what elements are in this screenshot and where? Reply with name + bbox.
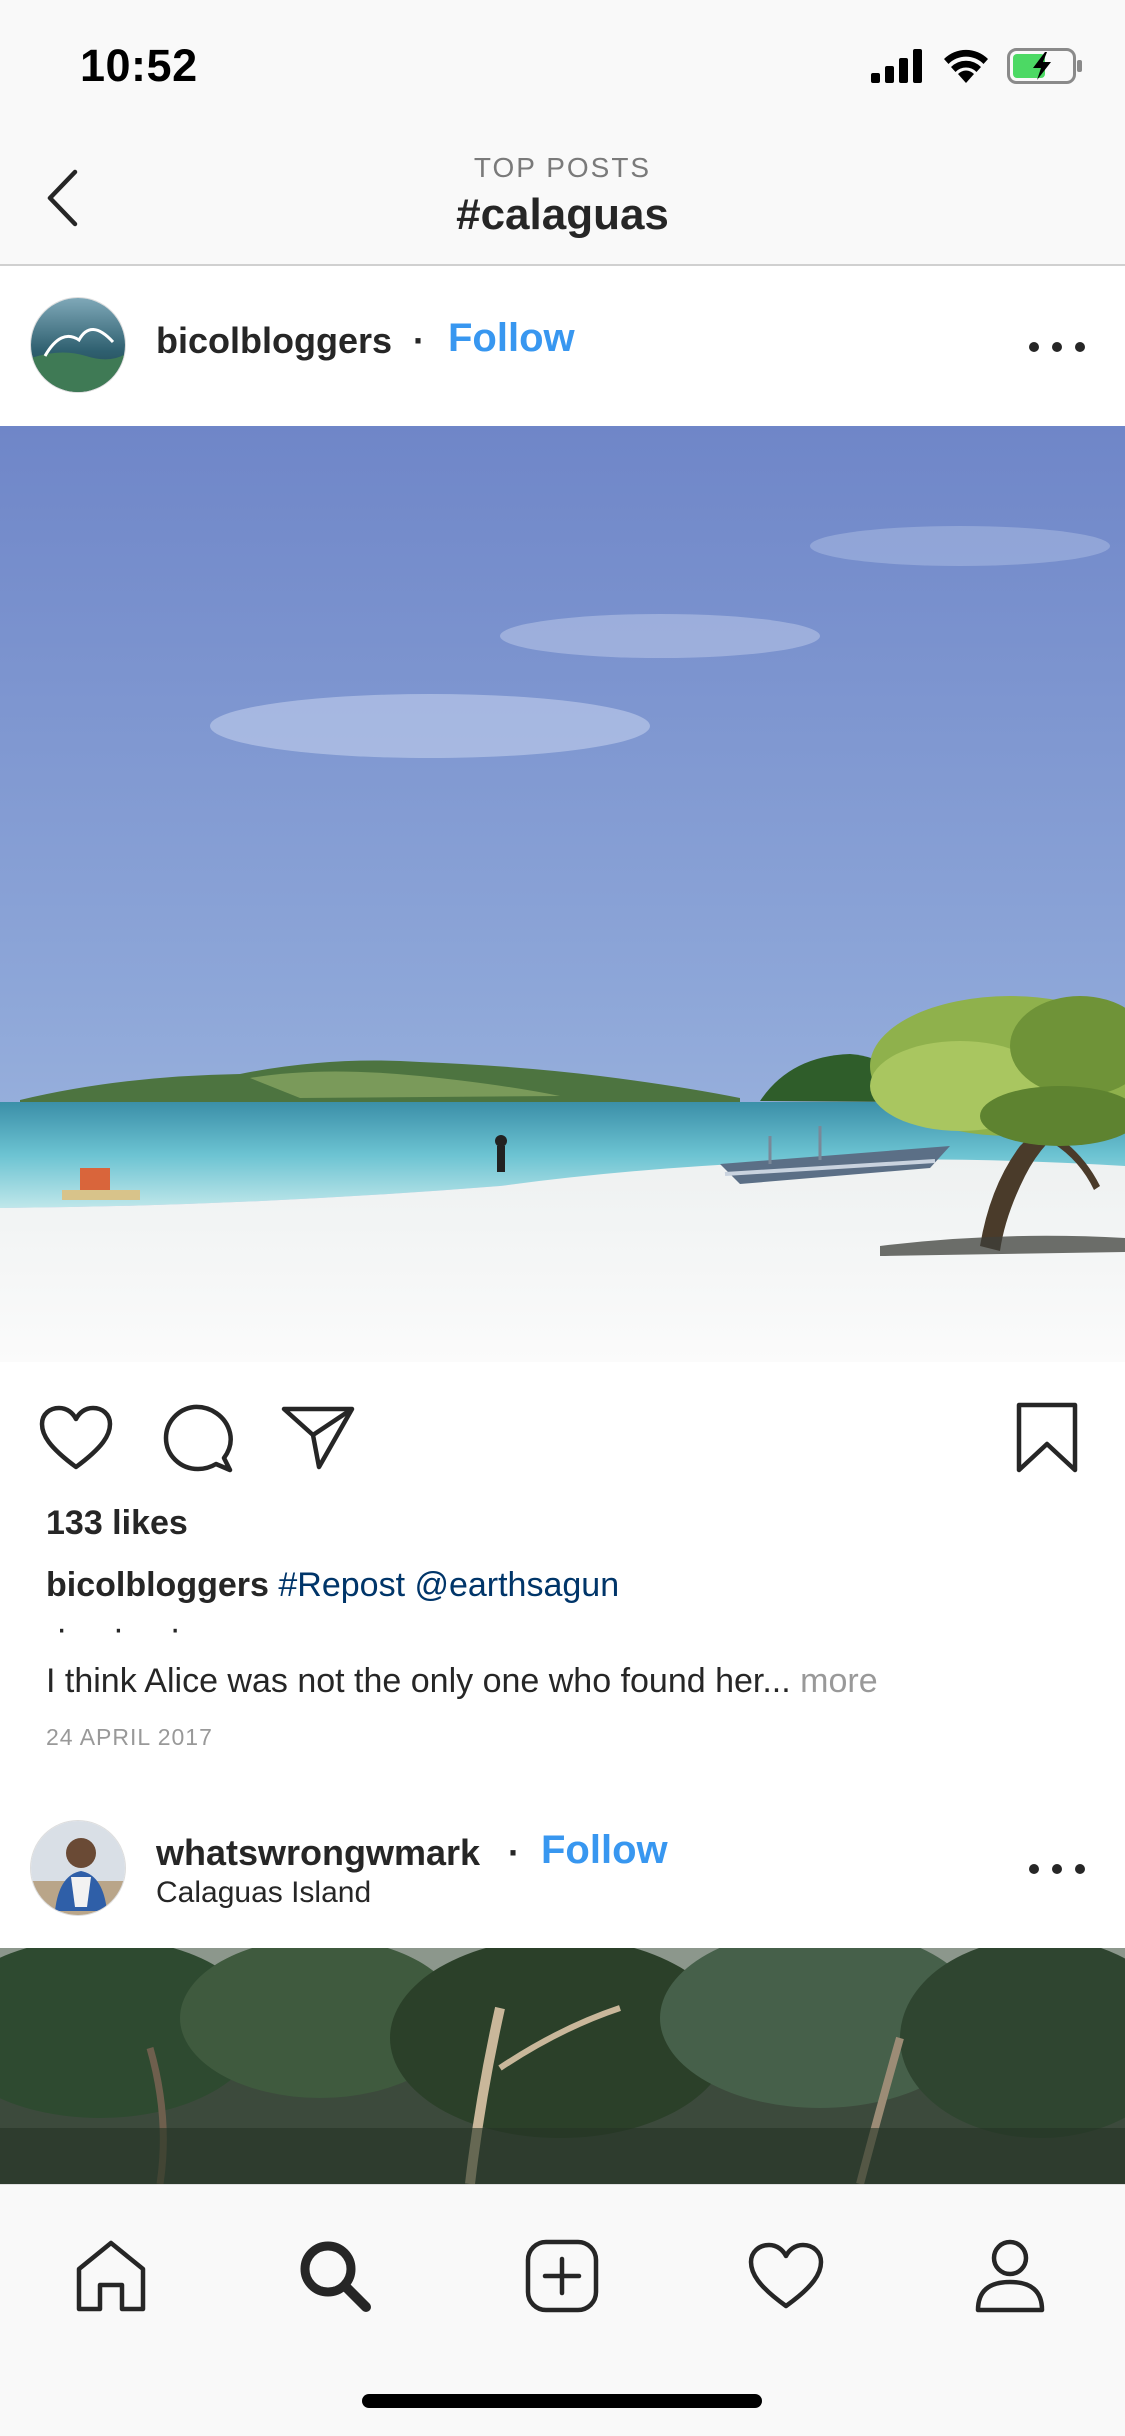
battery-charging-icon xyxy=(1007,48,1082,84)
beach-photo xyxy=(0,426,1125,1362)
post-caption: bicolbloggers #Repost @earthsagun xyxy=(46,1566,619,1605)
avatar-image xyxy=(31,1821,125,1915)
caption-text: I think Alice was not the only one who f… xyxy=(46,1662,878,1701)
home-icon xyxy=(76,2240,146,2312)
forest-photo xyxy=(0,1948,1125,2184)
share-button[interactable] xyxy=(278,1398,358,1478)
post-image[interactable] xyxy=(0,1948,1125,2184)
post-username[interactable]: bicolbloggers xyxy=(156,320,392,362)
tab-new-post[interactable] xyxy=(517,2231,607,2321)
comment-icon xyxy=(163,1404,233,1473)
status-icons xyxy=(871,48,1083,84)
caption-dots: · · · xyxy=(56,1610,199,1648)
tab-activity[interactable] xyxy=(741,2231,831,2321)
comment-button[interactable] xyxy=(158,1398,238,1478)
more-options-button[interactable] xyxy=(1029,332,1085,362)
page-title: #calaguas xyxy=(456,190,669,239)
save-button[interactable] xyxy=(1007,1398,1087,1478)
search-icon xyxy=(300,2241,371,2312)
post-username[interactable]: whatswrongwmark xyxy=(156,1832,480,1874)
post-header: bicolbloggers · Follow xyxy=(0,268,1125,426)
caption-body: I think Alice was not the only one who f… xyxy=(46,1662,791,1700)
plus-square-icon xyxy=(525,2239,599,2313)
like-count[interactable]: 133 likes xyxy=(46,1504,188,1543)
caption-hashtags[interactable]: #Repost @earthsagun xyxy=(278,1566,619,1604)
separator-dot: · xyxy=(413,320,425,361)
post-image[interactable] xyxy=(0,426,1125,1362)
post-date: 24 APRIL 2017 xyxy=(46,1724,213,1750)
cellular-signal-icon xyxy=(871,49,922,83)
more-dot-icon xyxy=(1029,1864,1039,1874)
more-dot-icon xyxy=(1052,342,1062,352)
home-indicator[interactable] xyxy=(362,2394,762,2408)
avatar-image xyxy=(31,298,125,392)
status-time: 10:52 xyxy=(80,40,198,91)
heart-icon xyxy=(748,2242,824,2309)
more-dot-icon xyxy=(1052,1864,1062,1874)
post-location[interactable]: Calaguas Island xyxy=(156,1876,371,1910)
more-dot-icon xyxy=(1075,342,1085,352)
tab-search[interactable] xyxy=(290,2231,380,2321)
follow-button[interactable]: Follow xyxy=(541,1828,668,1873)
avatar[interactable] xyxy=(30,1820,126,1916)
header-subtitle: TOP POSTS xyxy=(473,152,652,183)
heart-icon xyxy=(39,1405,113,1470)
follow-button[interactable]: Follow xyxy=(448,316,575,361)
tab-profile[interactable] xyxy=(965,2231,1055,2321)
bookmark-icon xyxy=(1016,1402,1078,1473)
avatar[interactable] xyxy=(30,297,126,393)
more-dot-icon xyxy=(1029,342,1039,352)
post-actions xyxy=(0,1362,1125,1502)
wifi-icon xyxy=(944,49,988,83)
like-button[interactable] xyxy=(36,1398,116,1478)
more-options-button[interactable] xyxy=(1029,1854,1085,1884)
paper-plane-icon xyxy=(281,1406,355,1470)
profile-icon xyxy=(975,2239,1045,2313)
separator-dot: · xyxy=(508,1832,520,1873)
post-header: whatswrongwmark · Follow Calaguas Island xyxy=(0,1790,1125,1948)
tab-home[interactable] xyxy=(66,2231,156,2321)
status-bar: 10:52 xyxy=(0,0,1125,132)
hashtag-header: TOP POSTS #calaguas xyxy=(0,132,1125,266)
more-link[interactable]: more xyxy=(800,1662,877,1700)
more-dot-icon xyxy=(1075,1864,1085,1874)
caption-username[interactable]: bicolbloggers xyxy=(46,1566,269,1604)
